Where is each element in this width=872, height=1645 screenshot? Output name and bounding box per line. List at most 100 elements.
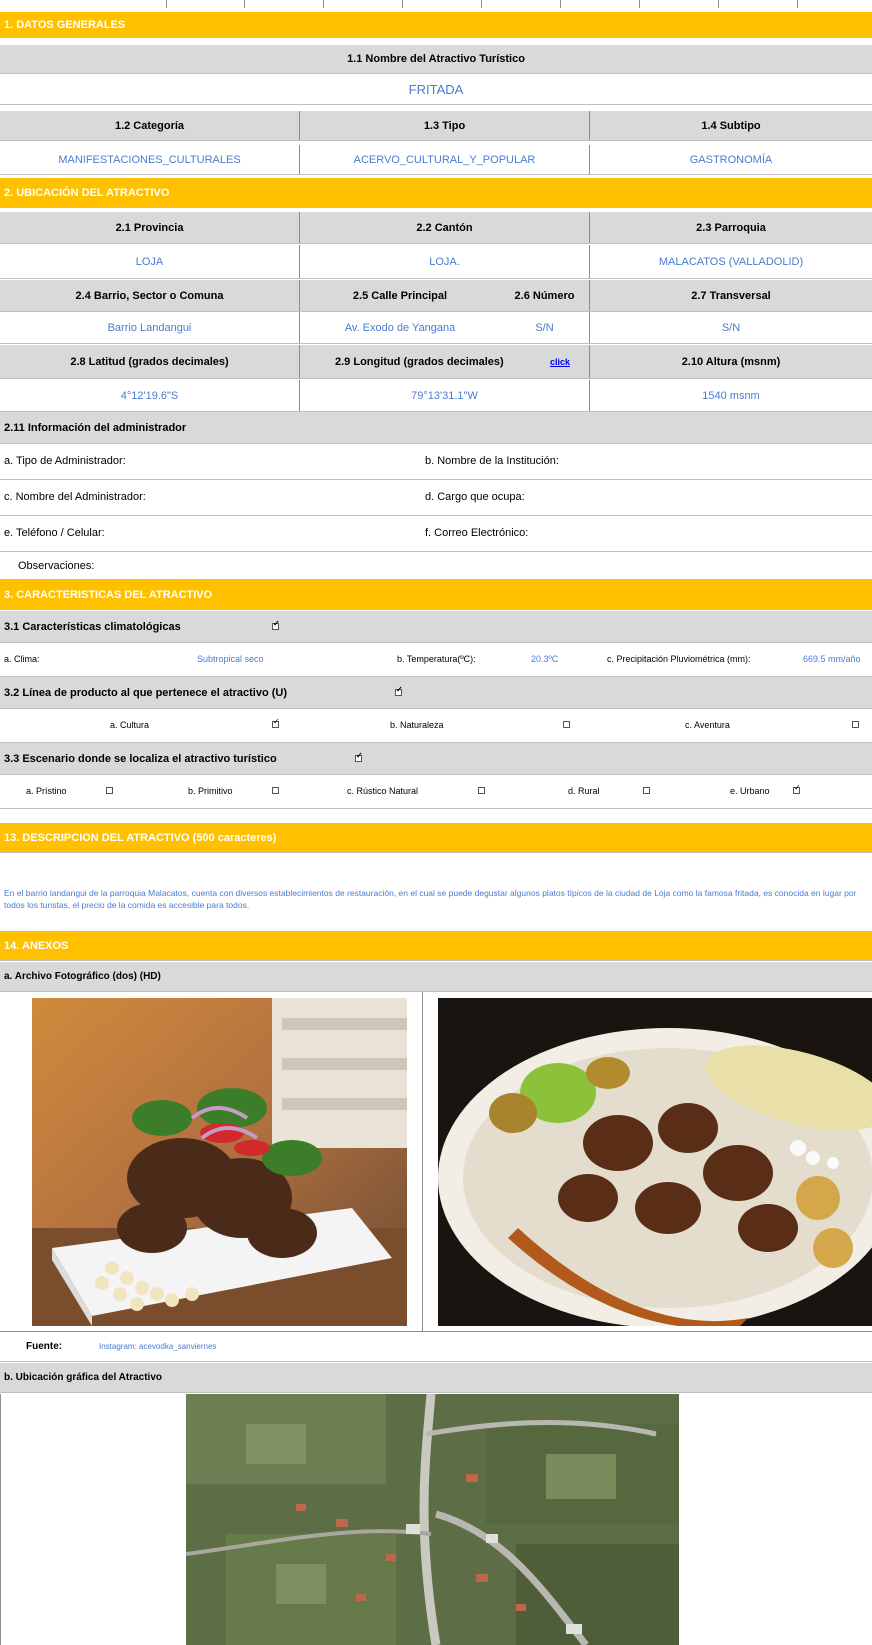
linea-title: 3.2 Línea de producto al que pertenece e… [4,686,288,699]
precip-value: 669.5 mm/año [803,654,861,664]
altura-label: 2.10 Altura (msnm) [681,355,781,368]
map-left-border [0,1394,1,1645]
tipo-admin-label: a. Tipo de Administrador: [4,455,126,467]
correo-label: f. Correo Electrónico: [425,527,529,539]
barrio-value-row: Barrio Landangui Av. Exodo de Yangana S/… [0,312,872,344]
clima-value: Subtropical seco [197,654,264,664]
rural-checkbox[interactable] [643,787,650,794]
fuente-value: Instagram: acevodka_sanviernes [99,1342,217,1351]
descripcion-row: En el barrio landangui de la parroquia M… [0,854,872,931]
latitud-header-row: 2.8 Latitud (grados decimales) 2.9 Longi… [0,345,872,379]
nombre-inst-label: b. Nombre de la Institución: [425,455,559,467]
categoria-label: 1.2 Categoría [0,111,300,140]
urbano-checkbox[interactable] [793,783,801,794]
provincia-label: 2.1 Provincia [0,212,300,243]
linea-checkbox[interactable] [395,685,403,696]
section-title: 1. DATOS GENERALES [4,18,126,31]
longitud-cell: 2.9 Longitud (grados decimales) click [300,345,590,378]
altura-value: 1540 msnm [702,389,760,402]
linea-title-row: 3.2 Línea de producto al que pertenece e… [0,677,872,709]
click-link[interactable]: click [550,357,570,367]
photo-divider [422,992,423,1332]
clima-title: 3.1 Características climatológicas [4,620,181,633]
subtipo-label: 1.4 Subtipo [701,119,761,132]
parroquia-label: 2.3 Parroquia [696,221,766,234]
admin-row-2: c. Nombre del Administrador: d. Cargo qu… [0,480,872,516]
telefono-label: e. Teléfono / Celular: [4,527,105,539]
name-value: FRITADA [408,82,464,97]
ubicacion-title: b. Ubicación gráfica del Atractivo [4,1372,163,1383]
clima-label: a. Clima: [4,654,40,664]
tipo-value: ACERVO_CULTURAL_Y_POPULAR [300,145,590,174]
calle-value: Av. Exodo de Yangana [344,321,456,334]
clima-title-row: 3.1 Características climatológicas [0,611,872,643]
temp-label: b. Temperatura(ºC): [397,654,476,664]
provincia-value-row: LOJA LOJA. MALACATOS (VALLADOLID) [0,245,872,279]
subtipo-value: GASTRONOMÍA [689,153,773,166]
escenario-title: 3.3 Escenario donde se localiza el atrac… [4,752,277,765]
admin-row-1: a. Tipo de Administrador: b. Nombre de l… [0,444,872,480]
cultura-checkbox[interactable] [272,717,280,728]
section-title: 3. CARACTERISTICAS DEL ATRACTIVO [4,588,213,601]
section-title: 13. DESCRIPCION DEL ATRACTIVO (500 carac… [4,831,277,844]
rustico-checkbox[interactable] [478,787,485,794]
provincia-header-row: 2.1 Provincia 2.2 Cantón 2.3 Parroquia [0,212,872,244]
cargo-label: d. Cargo que ocupa: [425,491,525,503]
linea-options-row: a. Cultura b. Naturaleza c. Aventura [0,709,872,743]
name-value-row: FRITADA [0,75,872,105]
barrio-label: 2.4 Barrio, Sector o Comuna [0,280,300,311]
section-descripcion: 13. DESCRIPCION DEL ATRACTIVO (500 carac… [0,823,872,853]
map-row [0,1394,872,1645]
satellite-map-image [186,1394,679,1645]
admin-info-row: 2.11 Información del administrador [0,412,872,444]
foto-title: a. Archivo Fotográfico (dos) (HD) [4,971,161,982]
provincia-value: LOJA [0,245,300,278]
transversal-label: 2.7 Transversal [691,289,771,302]
name-label-row: 1.1 Nombre del Atractivo Turístico [0,45,872,74]
numero-value: S/N [500,312,590,343]
photos-row [0,992,872,1332]
photo-fritada-plate [32,998,407,1326]
name-label: 1.1 Nombre del Atractivo Turístico [347,53,525,65]
canton-label: 2.2 Cantón [300,212,590,243]
naturaleza-checkbox[interactable] [563,721,570,728]
section-anexos: 14. ANEXOS [0,931,872,961]
escenario-title-row: 3.3 Escenario donde se localiza el atrac… [0,743,872,775]
naturaleza-label: b. Naturaleza [390,720,444,730]
cultura-label: a. Cultura [110,720,150,730]
section-caracteristicas: 3. CARACTERISTICAS DEL ATRACTIVO [0,580,872,610]
rustico-label: c. Rústico Natural [347,786,419,796]
urbano-label: e. Urbano [730,786,770,796]
aventura-checkbox[interactable] [852,721,859,728]
latitud-label: 2.8 Latitud (grados decimales) [0,345,300,378]
section-datos-generales: 1. DATOS GENERALES [0,12,872,38]
fuente-label: Fuente: [26,1341,63,1352]
descripcion-text: En el barrio landangui de la parroquia M… [4,888,857,910]
longitud-label: 2.9 Longitud (grados decimales) [335,355,504,368]
categoria-value: MANIFESTACIONES_CULTURALES [0,145,300,174]
section-title: 2. UBICACIÓN DEL ATRACTIVO [4,186,170,199]
escenario-checkbox[interactable] [355,751,363,762]
pristino-label: a. Prístino [26,786,67,796]
primitivo-checkbox[interactable] [272,787,279,794]
precip-label: c. Precipitación Pluviométrica (mm): [607,654,751,664]
fuente-row: Fuente: Instagram: acevodka_sanviernes [0,1332,872,1362]
longitud-value: 79°13'31.1"W [300,380,590,411]
latitud-value: 4°12'19.6"S [0,380,300,411]
barrio-value: Barrio Landangui [0,312,300,343]
transversal-value: S/N [721,321,741,334]
section-ubicacion: 2. UBICACIÓN DEL ATRACTIVO [0,178,872,208]
nombre-admin-label: c. Nombre del Administrador: [4,491,146,503]
categoria-value-row: MANIFESTACIONES_CULTURALES ACERVO_CULTUR… [0,145,872,175]
barrio-header-row: 2.4 Barrio, Sector o Comuna 2.5 Calle Pr… [0,280,872,312]
clima-checkbox[interactable] [272,619,280,630]
observaciones-row: Observaciones: [0,552,872,580]
section-title: 14. ANEXOS [4,939,69,952]
latitud-value-row: 4°12'19.6"S 79°13'31.1"W 1540 msnm [0,380,872,412]
pristino-checkbox[interactable] [106,787,113,794]
ubicacion-title-row: b. Ubicación gráfica del Atractivo [0,1363,872,1393]
tipo-label: 1.3 Tipo [300,111,590,140]
parroquia-value: MALACATOS (VALLADOLID) [658,255,804,268]
aventura-label: c. Aventura [685,720,730,730]
admin-row-3: e. Teléfono / Celular: f. Correo Electró… [0,516,872,552]
